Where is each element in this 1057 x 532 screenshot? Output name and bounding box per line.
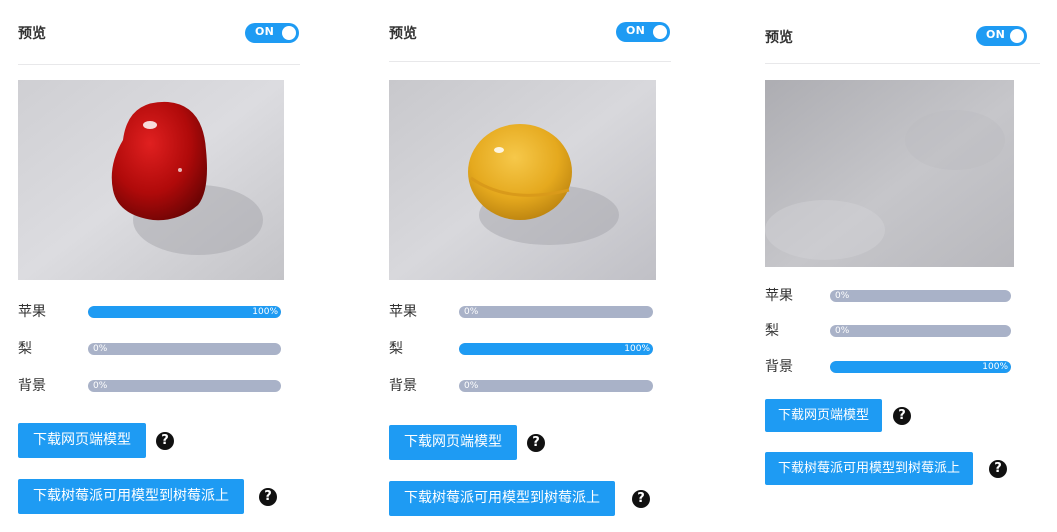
class-row-background: 背景 0% xyxy=(18,375,300,397)
preview-toggle[interactable]: ON xyxy=(616,22,670,42)
confidence-percent: 100% xyxy=(252,307,278,317)
webcam-preview-image xyxy=(18,80,284,280)
confidence-bar: 0% xyxy=(459,306,653,318)
class-label: 梨 xyxy=(18,341,32,357)
confidence-bar: 100% xyxy=(459,343,653,355)
class-label: 背景 xyxy=(389,378,417,394)
toggle-label: ON xyxy=(255,25,275,38)
help-icon[interactable]: ? xyxy=(527,434,545,452)
help-icon[interactable]: ? xyxy=(156,432,174,450)
class-label: 苹果 xyxy=(765,288,793,304)
class-row-pear: 梨 100% xyxy=(389,338,671,360)
class-row-apple: 苹果 0% xyxy=(389,301,671,323)
preview-panel-1: 预览 ON 苹果 100% 梨 0% 背景 0% 下载网页端模型 ? 下载树莓派… xyxy=(18,0,300,532)
help-icon[interactable]: ? xyxy=(893,407,911,425)
class-row-apple: 苹果 100% xyxy=(18,301,300,323)
toggle-knob xyxy=(282,26,296,40)
preview-panel-3: 预览 ON 苹果 0% 梨 0% 背景 100% 下载网页端模型 ? 下载树莓派… xyxy=(765,0,1040,532)
download-web-model-button[interactable]: 下载网页端模型 xyxy=(18,423,146,458)
confidence-bar: 100% xyxy=(830,361,1011,373)
panel-header: 预览 ON xyxy=(765,0,1040,64)
class-label: 苹果 xyxy=(18,304,46,320)
help-icon[interactable]: ? xyxy=(632,490,650,508)
help-icon[interactable]: ? xyxy=(259,488,277,506)
confidence-percent: 100% xyxy=(624,344,650,354)
webcam-preview-image xyxy=(765,80,1014,267)
preview-panel-2: 预览 ON 苹果 0% 梨 100% 背景 0% 下载网页端模型 ? 下载树莓派… xyxy=(389,0,671,532)
toggle-knob xyxy=(1010,29,1024,43)
panel-title: 预览 xyxy=(389,26,417,42)
class-row-pear: 梨 0% xyxy=(765,320,1040,342)
panel-title: 预览 xyxy=(18,26,46,42)
class-row-apple: 苹果 0% xyxy=(765,285,1040,307)
class-label: 背景 xyxy=(765,359,793,375)
confidence-percent: 0% xyxy=(464,381,479,391)
class-row-background: 背景 100% xyxy=(765,356,1040,378)
panel-title: 预览 xyxy=(765,30,793,46)
download-web-model-button[interactable]: 下载网页端模型 xyxy=(765,399,883,432)
toggle-label: ON xyxy=(626,24,646,37)
toggle-label: ON xyxy=(986,28,1006,41)
webcam-preview-image xyxy=(389,80,656,280)
panel-header: 预览 ON xyxy=(18,0,300,65)
confidence-bar: 0% xyxy=(830,325,1011,337)
toggle-knob xyxy=(653,25,667,39)
confidence-bar: 0% xyxy=(459,380,653,392)
confidence-percent: 0% xyxy=(93,381,108,391)
confidence-percent: 0% xyxy=(835,326,850,336)
download-raspberry-pi-model-button[interactable]: 下载树莓派可用模型到树莓派上 xyxy=(389,481,615,516)
preview-toggle[interactable]: ON xyxy=(976,26,1027,46)
download-raspberry-pi-model-button[interactable]: 下载树莓派可用模型到树莓派上 xyxy=(18,479,244,514)
class-label: 梨 xyxy=(389,341,403,357)
class-label: 梨 xyxy=(765,323,779,339)
confidence-percent: 100% xyxy=(982,362,1008,372)
confidence-bar: 0% xyxy=(830,290,1011,302)
confidence-percent: 0% xyxy=(464,307,479,317)
preview-toggle[interactable]: ON xyxy=(245,23,299,43)
confidence-bar: 0% xyxy=(88,380,281,392)
help-icon[interactable]: ? xyxy=(989,460,1007,478)
class-row-background: 背景 0% xyxy=(389,375,671,397)
download-raspberry-pi-model-button[interactable]: 下载树莓派可用模型到树莓派上 xyxy=(765,452,974,485)
panel-header: 预览 ON xyxy=(389,0,671,62)
confidence-bar: 100% xyxy=(88,306,281,318)
confidence-bar: 0% xyxy=(88,343,281,355)
class-label: 背景 xyxy=(18,378,46,394)
class-row-pear: 梨 0% xyxy=(18,338,300,360)
class-label: 苹果 xyxy=(389,304,417,320)
confidence-percent: 0% xyxy=(93,344,108,354)
download-web-model-button[interactable]: 下载网页端模型 xyxy=(389,425,517,460)
confidence-percent: 0% xyxy=(835,291,850,301)
